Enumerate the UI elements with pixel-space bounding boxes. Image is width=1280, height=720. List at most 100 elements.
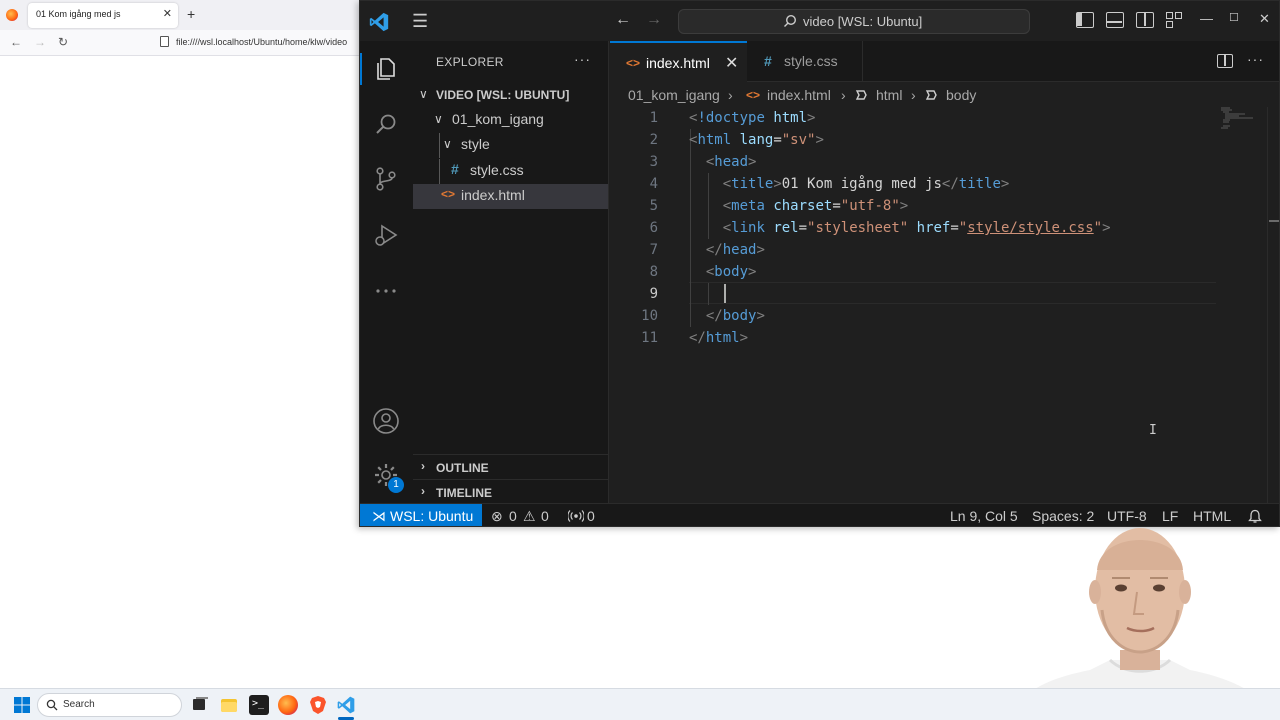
- close-icon[interactable]: ✕: [163, 7, 172, 20]
- window-close-button[interactable]: ✕: [1259, 11, 1270, 27]
- code-token: >: [807, 110, 816, 126]
- toggle-panel-icon[interactable]: [1106, 12, 1124, 28]
- browser-tab-title: 01 Kom igång med js: [36, 9, 121, 19]
- chevron-right-icon: ›: [421, 459, 425, 473]
- scrollbar-marker: [1269, 220, 1279, 222]
- code-token: rel: [773, 220, 799, 236]
- code-token: 01 Kom igång med js: [781, 176, 942, 192]
- search-icon: [784, 14, 797, 27]
- line-number: 2: [649, 132, 658, 148]
- tree-folder-01-kom-igang[interactable]: ∨ 01_kom_igang: [413, 108, 608, 133]
- source-control-icon[interactable]: [372, 165, 400, 193]
- code-token: head: [714, 154, 749, 170]
- error-icon[interactable]: ⊗: [491, 508, 503, 525]
- remote-indicator[interactable]: ⋊ WSL: Ubuntu: [360, 504, 482, 526]
- minimap[interactable]: [1221, 107, 1261, 137]
- editor-more-button[interactable]: ···: [1247, 51, 1264, 67]
- timeline-section[interactable]: › TIMELINE: [413, 479, 608, 504]
- active-indicator: [360, 53, 362, 85]
- tree-file-style-css[interactable]: # style.css: [413, 159, 608, 184]
- explorer-more-button[interactable]: ···: [574, 51, 591, 67]
- breadcrumb-separator: ›: [728, 87, 733, 103]
- code-line: <meta charset="utf-8">: [689, 195, 909, 217]
- code-token: style/style.css: [967, 220, 1094, 236]
- code-token: "stylesheet": [807, 220, 909, 236]
- ports-count[interactable]: 0: [587, 508, 595, 524]
- line-number: 6: [649, 220, 658, 236]
- run-debug-icon[interactable]: [372, 221, 400, 249]
- menu-icon[interactable]: ☰: [412, 11, 428, 32]
- ports-icon[interactable]: [568, 509, 584, 523]
- command-center[interactable]: video [WSL: Ubuntu]: [678, 9, 1030, 34]
- windows-start-icon[interactable]: [14, 697, 30, 713]
- breadcrumb-body[interactable]: body: [946, 87, 976, 103]
- tree-folder-style[interactable]: ∨ style: [413, 133, 608, 158]
- tab-close-icon[interactable]: ✕: [725, 53, 738, 73]
- editor-scrollbar[interactable]: [1267, 107, 1279, 503]
- outline-section[interactable]: › OUTLINE: [413, 454, 608, 479]
- back-button[interactable]: ←: [10, 35, 22, 49]
- reload-button[interactable]: ↻: [58, 35, 68, 49]
- code-token: >: [756, 308, 765, 324]
- taskbar-search[interactable]: Search: [37, 693, 182, 717]
- chevron-down-icon: ∨: [443, 137, 452, 151]
- toggle-secondary-sidebar-icon[interactable]: [1136, 12, 1154, 28]
- brave-icon[interactable]: [308, 695, 328, 715]
- new-tab-button[interactable]: +: [187, 6, 195, 22]
- task-view-icon[interactable]: [190, 695, 210, 715]
- workspace-root[interactable]: ∨ VIDEO [WSL: UBUNTU]: [413, 83, 608, 108]
- tree-item-label: style.css: [470, 162, 524, 178]
- code-token: link: [731, 220, 765, 236]
- code-token: lang: [739, 132, 774, 148]
- remote-label: WSL: Ubuntu: [390, 508, 474, 524]
- warning-count[interactable]: 0: [541, 508, 549, 524]
- code-token: =: [773, 132, 782, 148]
- more-icon[interactable]: [372, 277, 400, 305]
- nav-back-button[interactable]: ←: [615, 11, 631, 29]
- minimize-button[interactable]: —: [1200, 11, 1213, 26]
- code-token: "sv": [781, 132, 816, 148]
- code-token: =: [950, 220, 959, 236]
- breadcrumb-file[interactable]: index.html: [767, 87, 831, 103]
- line-number: 9: [649, 286, 658, 302]
- error-count[interactable]: 0: [509, 508, 517, 524]
- split-editor-icon[interactable]: [1217, 54, 1233, 68]
- code-token: ": [1093, 220, 1103, 236]
- explorer-icon[interactable]: [372, 55, 400, 83]
- command-center-label: video [WSL: Ubuntu]: [803, 14, 923, 29]
- nav-forward-button[interactable]: →: [646, 11, 662, 29]
- code-line: </body>: [689, 305, 765, 327]
- vscode-taskbar-icon[interactable]: [336, 695, 356, 715]
- text-cursor: [724, 284, 726, 303]
- tab-index-html[interactable]: <> index.html ✕: [610, 41, 747, 82]
- file-explorer-icon[interactable]: [219, 695, 239, 715]
- code-token: <: [722, 176, 732, 192]
- code-token: </: [941, 176, 959, 192]
- tab-style-css[interactable]: # style.css: [747, 41, 863, 82]
- tree-file-index-html[interactable]: <> index.html: [413, 184, 608, 209]
- url-bar[interactable]: file:////wsl.localhost/Ubuntu/home/klw/v…: [176, 37, 358, 47]
- search-icon[interactable]: [372, 111, 400, 139]
- forward-button[interactable]: →: [34, 35, 46, 49]
- maximize-button[interactable]: ☐: [1229, 11, 1239, 24]
- code-token: charset: [773, 198, 833, 214]
- accounts-icon[interactable]: [372, 407, 400, 435]
- code-token: title: [731, 176, 774, 192]
- terminal-icon[interactable]: >_: [249, 695, 269, 715]
- breadcrumb-html[interactable]: html: [876, 87, 902, 103]
- explorer-sidebar: EXPLORER ··· ∨ VIDEO [WSL: UBUNTU] ∨ 01_…: [413, 41, 609, 503]
- toggle-primary-sidebar-icon[interactable]: [1076, 12, 1094, 28]
- code-editor[interactable]: 1 2 3 4 5 6 7 8 9 10 11 <!doctype html> <html lang=…: [610, 107, 1279, 503]
- code-token: </: [689, 330, 706, 346]
- code-token: >: [773, 176, 782, 192]
- firefox-taskbar-icon[interactable]: [278, 695, 298, 715]
- tree-item-label: index.html: [461, 187, 525, 203]
- breadcrumb-folder[interactable]: 01_kom_igang: [628, 87, 720, 103]
- warning-icon[interactable]: ⚠: [523, 508, 536, 525]
- browser-tab[interactable]: 01 Kom igång med js ✕: [28, 3, 178, 28]
- customize-layout-icon[interactable]: [1166, 12, 1184, 28]
